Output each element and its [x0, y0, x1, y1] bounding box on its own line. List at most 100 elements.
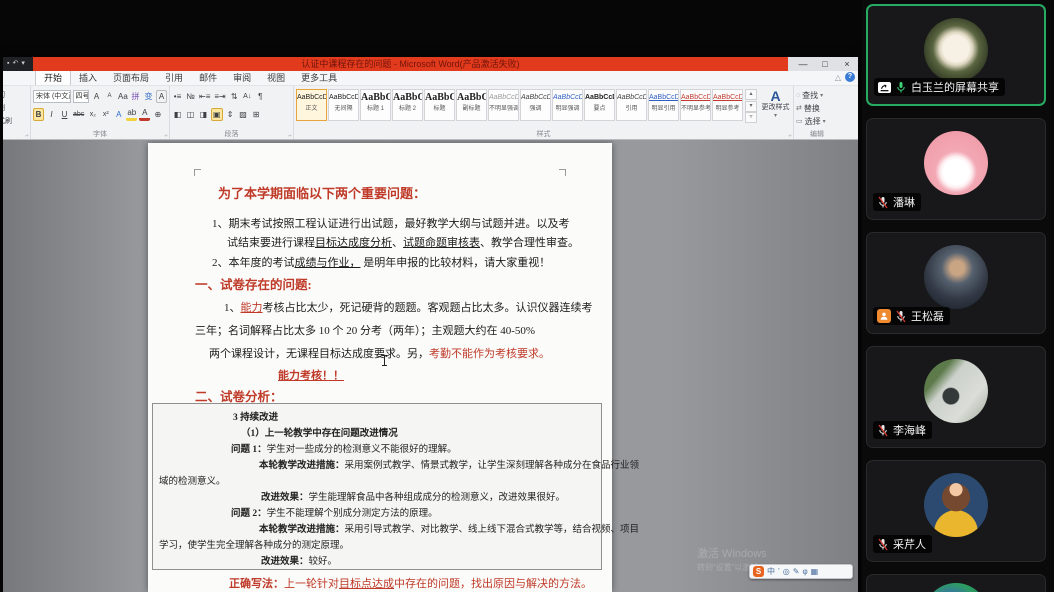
ime-voice-button[interactable]: φ [802, 565, 807, 578]
bullets-button[interactable]: •≡ [172, 90, 183, 103]
tab-view[interactable]: 视图 [259, 70, 293, 85]
underline-button[interactable]: U [59, 108, 70, 121]
tab-home[interactable]: 开始 [35, 69, 72, 85]
font-color-button[interactable]: A [139, 108, 151, 121]
ime-punctuation-button[interactable]: ’ [778, 565, 780, 578]
font-size-select[interactable]: 四号▾ [72, 90, 89, 103]
numbering-button[interactable]: № [185, 90, 196, 103]
maximize-button[interactable]: □ [814, 57, 836, 71]
minimize-button[interactable]: — [792, 57, 814, 71]
style-subtle-emphasis[interactable]: AaBbCcDd不明显强调 [488, 89, 519, 121]
style-heading2[interactable]: AaBbC 标题 2 [392, 89, 423, 121]
format-painter-button[interactable]: 格式刷 [3, 115, 30, 128]
document-page[interactable]: 为了本学期面临以下两个重要问题： 1、期末考试按照工程认证进行出试题，最好教学大… [148, 143, 639, 592]
align-left-button[interactable]: ◧ [172, 108, 183, 121]
style-subtle-reference[interactable]: AaBbCcDd不明显参考 [680, 89, 711, 121]
font-name-select[interactable]: 宋体 (中文正▾ [33, 90, 71, 103]
close-button[interactable]: × [836, 57, 858, 71]
participant-label: 白玉兰的屏幕共享 [874, 78, 1005, 96]
ime-keyboard-button[interactable]: ▦ [811, 565, 819, 578]
box-line: 改进效果：较好。 [261, 557, 338, 567]
participant-tile[interactable]: 采芹人 [866, 460, 1046, 562]
ime-emoji-button[interactable]: ◎ [783, 565, 790, 578]
increase-indent-button[interactable]: ≡⇥ [213, 90, 226, 103]
cut-button[interactable]: 剪切 [3, 89, 30, 102]
phonetic-guide-button[interactable]: 拼 [130, 90, 141, 103]
select-button[interactable]: ▭ 选择 ▾ [796, 116, 838, 128]
style-normal[interactable]: AaBbCcDd正文 [296, 89, 327, 121]
participant-name: 王松磊 [911, 311, 944, 323]
style-emphasis[interactable]: AaBbCcDd强调 [520, 89, 551, 121]
tab-references[interactable]: 引用 [157, 70, 191, 85]
participant-tile[interactable]: 李海峰 [866, 346, 1046, 448]
highlight-color-button[interactable]: ab [126, 108, 138, 121]
style-no-spacing[interactable]: AaBbCcDd无间隔 [328, 89, 359, 121]
italic-button[interactable]: I [46, 108, 57, 121]
clipboard-dialog-launcher-icon[interactable]: ⌐ [25, 132, 29, 138]
superscript-button[interactable]: x² [100, 108, 111, 121]
sort-button[interactable]: ⇅ [229, 90, 240, 103]
participant-tile[interactable]: 潘琳 [866, 118, 1046, 220]
show-hide-marks-button[interactable]: ¶ [255, 90, 266, 103]
find-button[interactable]: ◌ 查找 ▾ [796, 90, 838, 102]
tab-mailings[interactable]: 邮件 [191, 70, 225, 85]
style-strong[interactable]: AaBbCcDc要点 [584, 89, 615, 121]
copy-button[interactable]: 复制 [3, 102, 30, 115]
ime-pen-button[interactable]: ✎ [793, 565, 800, 578]
box-line: 问题 2：学生不能理解个别成分测定方法的原理。 [231, 509, 438, 519]
paragraph-dialog-launcher-icon[interactable]: ⌐ [288, 132, 292, 138]
character-convert-button[interactable]: 变 [143, 90, 154, 103]
bold-button[interactable]: B [33, 108, 44, 121]
word-title-bar[interactable]: ▪ ↶ ▾ 认证中课程存在的问题 - Microsoft Word(产品激活失败… [3, 57, 858, 71]
align-center-button[interactable]: ◫ [185, 108, 196, 121]
save-icon[interactable]: ▪ [7, 57, 9, 71]
asian-layout-button[interactable]: A↓ [242, 90, 253, 103]
style-intense-quote[interactable]: AaBbCcDd明显引用 [648, 89, 679, 121]
avatar [924, 131, 988, 195]
participant-tile[interactable]: 王松磊 [866, 232, 1046, 334]
grow-font-button[interactable]: A [91, 90, 102, 103]
enclose-characters-button[interactable]: ⊕ [152, 108, 163, 121]
borders-button[interactable]: ⊞ [251, 108, 262, 121]
tab-page-layout[interactable]: 页面布局 [105, 70, 157, 85]
participant-tile-partial[interactable] [866, 574, 1046, 592]
tab-review[interactable]: 审阅 [225, 70, 259, 85]
qat-dropdown-icon[interactable]: ▾ [21, 57, 25, 71]
style-intense-emphasis[interactable]: AaBbCcDd明显强调 [552, 89, 583, 121]
style-subtitle[interactable]: AaBbC 副标题 [456, 89, 487, 121]
character-border-button[interactable]: A [156, 90, 167, 103]
style-intense-reference[interactable]: AaBbCcDc明显参考 [712, 89, 743, 121]
gallery-scroll-up-icon[interactable]: ▴ [745, 89, 757, 100]
gallery-more-icon[interactable]: ▿ [745, 112, 757, 123]
doc-embedded-box: 3 持续改进 （1）上一轮教学中存在问题改进情况 问题 1：学生对一些成分的检测… [152, 403, 639, 570]
ribbon-collapse-icon[interactable]: △ [835, 73, 841, 82]
participant-tile-sharing[interactable]: 白玉兰的屏幕共享 [866, 4, 1046, 106]
align-right-button[interactable]: ◨ [198, 108, 209, 121]
style-title[interactable]: AaBbC 标题 [424, 89, 455, 121]
change-case-button[interactable]: Aa [117, 90, 128, 103]
undo-icon[interactable]: ↶ [12, 57, 18, 71]
ime-toolbar[interactable]: S 中 ’ ◎ ✎ φ ▦ [749, 564, 853, 579]
ime-language-button[interactable]: 中 [767, 565, 775, 578]
avatar [924, 359, 988, 423]
strikethrough-button[interactable]: abc [72, 108, 85, 121]
subscript-button[interactable]: x₂ [87, 108, 98, 121]
font-dialog-launcher-icon[interactable]: ⌐ [164, 132, 168, 138]
shading-button[interactable]: ▨ [238, 108, 249, 121]
tab-more-tools[interactable]: 更多工具 [293, 70, 345, 85]
replace-button[interactable]: ⇄ 替换 [796, 103, 838, 115]
style-heading1[interactable]: AaBbC 标题 1 [360, 89, 391, 121]
ribbon: 剪切 复制 格式刷 ⌐ 宋体 (中文正▾ 四号▾ A A [3, 86, 858, 140]
sogou-logo-icon[interactable]: S [753, 566, 764, 577]
style-quote[interactable]: AaBbCcDd引用 [616, 89, 647, 121]
help-icon[interactable]: ? [845, 72, 855, 82]
tab-insert[interactable]: 插入 [71, 70, 105, 85]
styles-dialog-launcher-icon[interactable]: ⌐ [788, 132, 792, 138]
shrink-font-button[interactable]: A [104, 90, 115, 103]
change-styles-button[interactable]: A 更改样式 ▾ [760, 89, 791, 120]
gallery-scroll-down-icon[interactable]: ▾ [745, 100, 757, 112]
decrease-indent-button[interactable]: ⇤≡ [198, 90, 211, 103]
justify-button[interactable]: ▣ [211, 108, 223, 121]
line-spacing-button[interactable]: ⇕ [225, 108, 236, 121]
text-effects-button[interactable]: A [113, 108, 124, 121]
